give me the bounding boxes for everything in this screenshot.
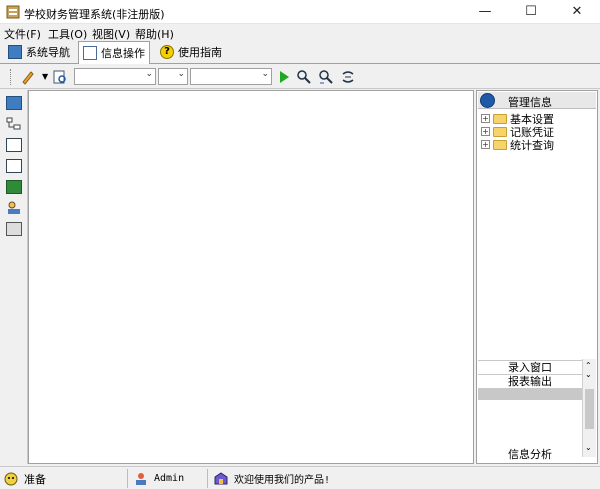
preview-icon[interactable] [52,69,68,85]
chart-icon[interactable] [6,180,22,194]
status-icon [4,472,18,486]
status-welcome: 欢迎使用我们的产品! [210,469,600,488]
expand-icon[interactable]: + [481,127,490,136]
app-icon [6,5,20,19]
document-icon[interactable] [6,159,22,173]
play-icon[interactable] [276,69,292,85]
scroll-down-icon[interactable]: ⌄ [585,370,592,379]
info-analysis-bar[interactable]: 信息分析 [478,448,582,462]
scroll-up-icon[interactable]: ⌃ [585,361,592,370]
toolbar-grip[interactable] [10,69,12,85]
folder-icon [493,139,507,150]
tree-item-statistics[interactable]: + 统计查询 [481,138,554,152]
status-bar: 准备 Admin 欢迎使用我们的产品! [0,466,600,489]
panel-header: 管理信息 [478,92,596,109]
search-icon[interactable] [296,69,312,85]
table-icon[interactable] [6,138,22,152]
scroll-down-icon[interactable]: ⌄ [585,443,592,452]
maximize-button[interactable]: ☐ [508,0,554,24]
pencil-icon[interactable] [20,69,36,85]
combo-box-2[interactable]: ⌄ [158,68,188,85]
main-content-area[interactable] [28,90,474,464]
status-user-text: Admin [154,473,185,484]
tab-user-guide[interactable]: ? 使用指南 [156,41,226,63]
product-icon [214,471,228,486]
left-toolbar [0,90,28,464]
panel-scrollbar[interactable]: ⌃ ⌄ ⌄ [582,359,596,457]
minimize-button[interactable]: — [462,0,508,24]
status-user: Admin [130,469,208,488]
menu-bar: 文件(F) 工具(O) 视图(V) 帮助(H) [0,25,600,41]
tab-label: 信息操作 [101,47,145,60]
org-chart-icon[interactable] [6,117,22,131]
scroll-thumb[interactable] [585,389,594,429]
window-title: 学校财务管理系统(非注册版) [24,8,165,21]
entry-window-bar[interactable]: 录入窗口 [478,360,582,374]
tab-label: 系统导航 [26,46,70,59]
combo-box-3[interactable]: ⌄ [190,68,272,85]
tab-system-nav[interactable]: 系统导航 [4,41,74,63]
search-next-icon[interactable] [318,69,334,85]
status-ready-text: 准备 [24,472,46,486]
collapse-icon[interactable] [480,93,495,108]
help-icon: ? [160,45,174,59]
dropdown-arrow-icon[interactable]: ▼ [42,72,48,81]
panel-separator [478,388,582,400]
folder-icon [493,126,507,137]
combo-box-1[interactable]: ⌄ [74,68,156,85]
close-button[interactable]: ✕ [554,0,600,24]
status-welcome-text: 欢迎使用我们的产品! [234,475,331,486]
trash-icon[interactable] [6,222,22,236]
toolbar: ▼ ⌄ ⌄ ⌄ [0,65,600,89]
user-icon [134,472,148,486]
expand-icon[interactable]: + [481,140,490,149]
monitor-icon[interactable] [6,96,22,110]
tab-info-operation[interactable]: 信息操作 [78,41,150,64]
title-bar: 学校财务管理系统(非注册版) — ☐ ✕ [0,0,600,24]
panel-title: 管理信息 [508,96,552,109]
report-output-bar[interactable]: 报表输出 [478,374,582,388]
tab-label: 使用指南 [178,46,222,59]
status-ready: 准备 [0,469,128,488]
grid-icon [83,46,97,60]
tree-label: 统计查询 [510,138,554,152]
folder-icon [493,113,507,124]
refresh-icon[interactable] [340,69,356,85]
expand-icon[interactable]: + [481,114,490,123]
users-icon[interactable] [6,201,22,215]
tab-strip: 系统导航 信息操作 ? 使用指南 [0,40,600,64]
management-panel: 管理信息 + 基本设置 + 记账凭证 + 统计查询 录入窗口 报表输出 信息分析… [476,90,598,464]
monitor-icon [8,45,22,59]
